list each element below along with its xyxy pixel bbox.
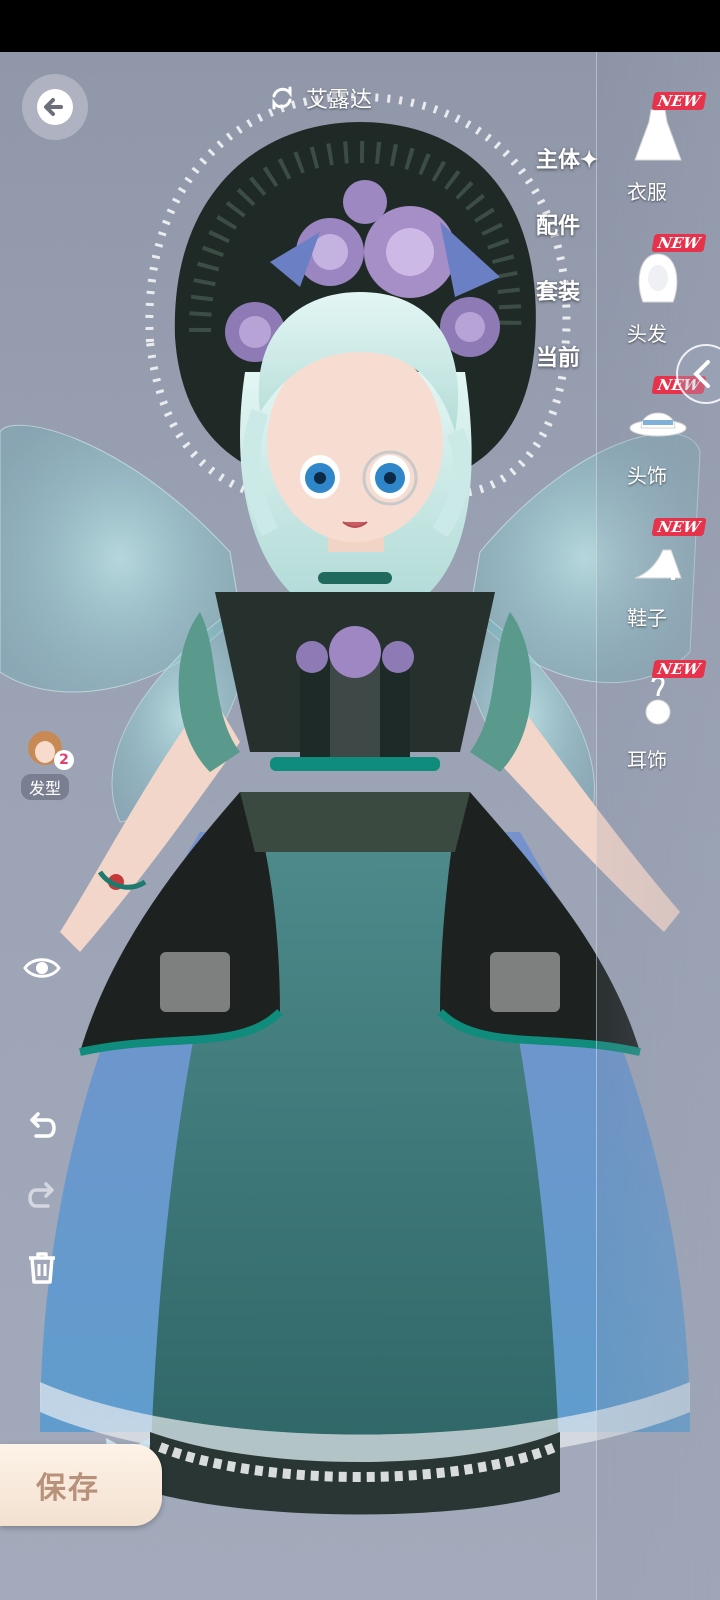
save-button[interactable]: 保存 (0, 1444, 162, 1526)
save-label: 保存 (36, 1471, 100, 1506)
hairstyle-label: 发型 (20, 774, 69, 800)
new-badge: NEW (651, 234, 707, 252)
shoe-icon (634, 549, 682, 580)
character-name-switcher[interactable]: 艾露达 (268, 78, 372, 118)
slot-clothes[interactable]: NEW 衣服 (597, 92, 720, 222)
chevron-left-icon (693, 360, 710, 388)
hairstyle-count: 2 (54, 750, 74, 770)
character-name: 艾露达 (306, 88, 373, 113)
slot-shoes[interactable]: NEW 鞋子 (597, 518, 720, 648)
redo-icon (28, 1182, 54, 1208)
undo-button[interactable] (22, 1106, 62, 1146)
new-badge: NEW (651, 660, 707, 678)
hair-icon (638, 253, 678, 303)
slot-label: 头饰 (627, 464, 667, 488)
earring-icon (645, 676, 671, 725)
visibility-toggle[interactable] (22, 948, 62, 988)
swap-character-icon (272, 86, 292, 110)
new-badge: NEW (651, 518, 707, 536)
new-badge: NEW (651, 92, 707, 110)
back-button[interactable] (22, 74, 88, 140)
trash-icon (29, 1252, 55, 1284)
slot-earrings[interactable]: NEW 耳饰 (597, 660, 720, 790)
panel-collapse-handle[interactable] (676, 344, 720, 404)
redo-button[interactable] (22, 1176, 62, 1216)
slot-label: 耳饰 (627, 748, 667, 772)
delete-button[interactable] (22, 1248, 62, 1288)
undo-icon (30, 1112, 56, 1138)
choker (318, 572, 392, 584)
waist-bow (270, 757, 440, 771)
hairstyle-button[interactable]: 2 发型 (14, 728, 76, 800)
slot-label: 衣服 (627, 180, 667, 204)
eye-visibility-icon (23, 958, 61, 978)
dress-icon (634, 109, 682, 161)
back-arrow-icon (37, 89, 73, 125)
status-bar (0, 0, 720, 52)
slot-label: 头发 (627, 322, 667, 346)
slot-label: 鞋子 (627, 606, 667, 630)
wardrobe-panel: NEW 衣服 NEW 头发 NEW 头饰 NEW 鞋子 NEW 耳饰 (596, 52, 720, 1600)
